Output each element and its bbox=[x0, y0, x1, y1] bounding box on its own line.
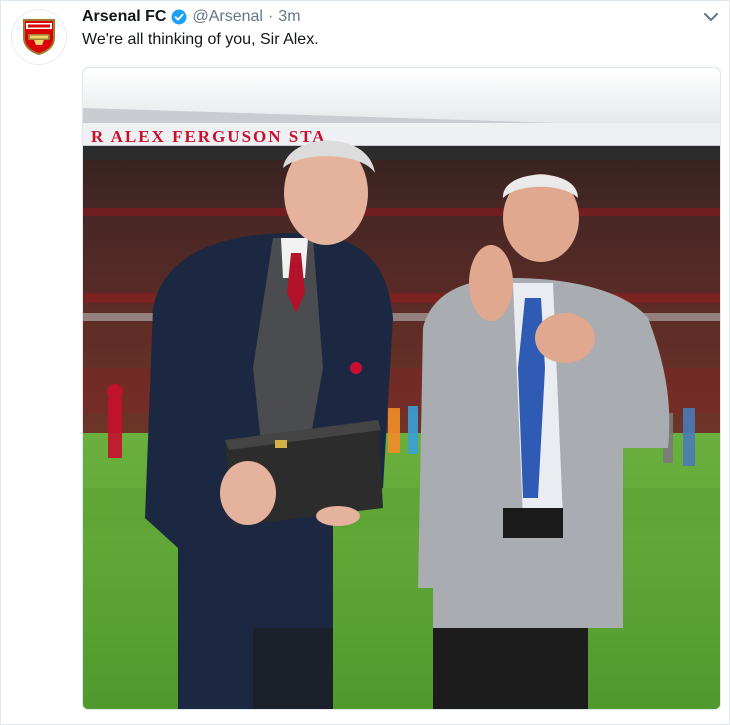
tweet-timestamp[interactable]: 3m bbox=[278, 8, 300, 26]
tweet-card[interactable]: Arsenal FC @Arsenal · 3m We're all think… bbox=[0, 0, 730, 725]
separator-dot: · bbox=[267, 8, 274, 25]
verified-badge-icon bbox=[171, 9, 187, 25]
profile-avatar[interactable] bbox=[12, 10, 66, 64]
tweet-menu-button[interactable] bbox=[702, 8, 720, 26]
tweet-text: We're all thinking of you, Sir Alex. bbox=[82, 31, 319, 48]
photo-scene: R ALEX FERGUSON STA bbox=[83, 68, 720, 709]
tweet-header: Arsenal FC @Arsenal · 3m bbox=[82, 6, 720, 28]
chevron-down-icon bbox=[704, 12, 718, 21]
stadium-sign-text: R ALEX FERGUSON STA bbox=[91, 127, 327, 146]
account-name[interactable]: Arsenal FC bbox=[82, 8, 166, 26]
account-handle[interactable]: @Arsenal bbox=[192, 8, 263, 26]
arsenal-crest-icon bbox=[23, 19, 55, 56]
tweet-photo[interactable]: R ALEX FERGUSON STA bbox=[82, 67, 721, 710]
